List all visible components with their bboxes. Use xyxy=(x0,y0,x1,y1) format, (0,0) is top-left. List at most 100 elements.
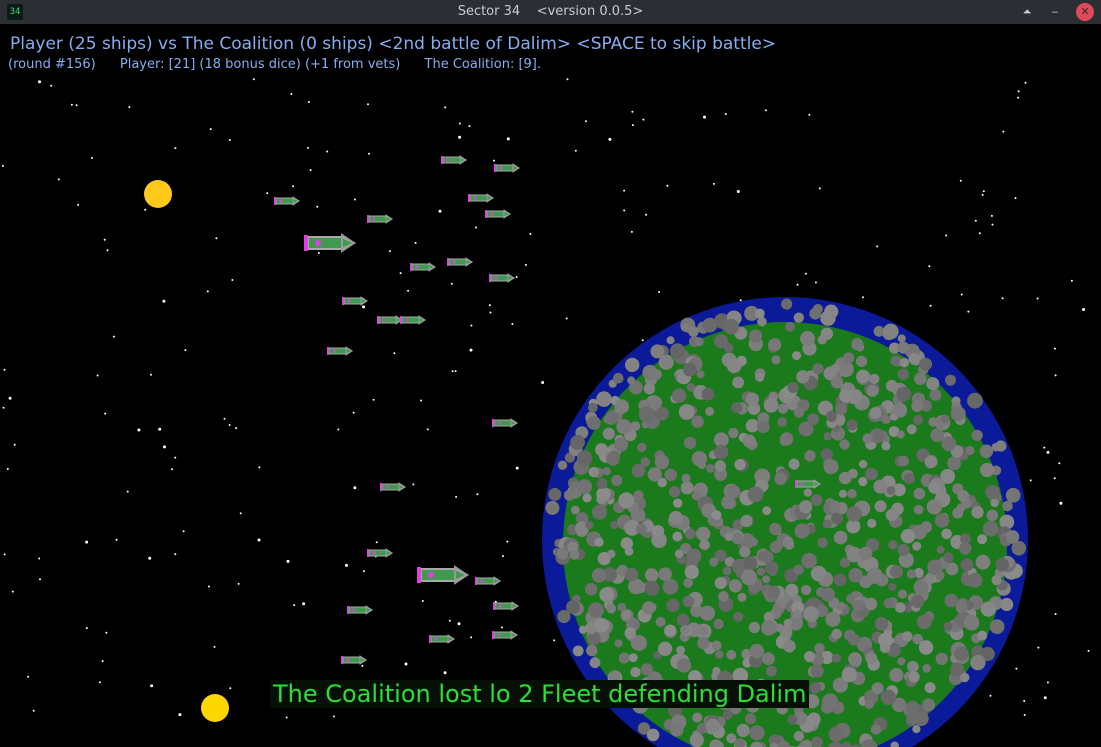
cloud xyxy=(777,417,788,427)
cloud xyxy=(576,450,593,466)
cloud xyxy=(906,424,917,435)
cloud xyxy=(748,621,761,634)
minimize-icon[interactable]: ‒ xyxy=(1046,3,1064,21)
cloud xyxy=(831,512,844,525)
cloud xyxy=(556,547,569,560)
star xyxy=(353,486,357,490)
cloud xyxy=(694,337,704,347)
star xyxy=(352,411,355,414)
cloud xyxy=(647,467,662,482)
cloud xyxy=(954,646,969,662)
star xyxy=(38,557,41,560)
star xyxy=(642,118,645,121)
cloud xyxy=(822,693,838,710)
cloud xyxy=(777,403,789,414)
cloud xyxy=(883,598,894,609)
star xyxy=(174,456,177,459)
star xyxy=(75,104,78,107)
star xyxy=(3,368,6,371)
cloud xyxy=(975,554,991,570)
cloud xyxy=(913,579,929,595)
star xyxy=(412,483,415,486)
star xyxy=(292,185,295,188)
cloud xyxy=(654,454,670,470)
player-ship xyxy=(475,576,502,586)
star xyxy=(148,556,152,560)
cloud xyxy=(714,444,729,460)
cloud xyxy=(941,436,957,452)
star xyxy=(307,146,309,149)
cloud xyxy=(817,537,828,548)
star xyxy=(978,232,981,235)
star xyxy=(237,582,240,585)
cloud xyxy=(895,602,906,613)
cloud xyxy=(898,455,909,467)
cloud xyxy=(809,682,822,694)
cloud xyxy=(636,523,647,534)
cloud xyxy=(908,353,920,365)
cloud xyxy=(630,421,641,431)
star xyxy=(623,209,626,212)
cloud xyxy=(723,319,740,335)
star xyxy=(645,213,648,216)
star xyxy=(302,602,306,606)
window-title: Sector 34 <version 0.0.5> xyxy=(0,4,1101,19)
cloud xyxy=(745,392,760,407)
star xyxy=(3,553,6,556)
cloud xyxy=(728,427,739,439)
cloud xyxy=(614,437,629,452)
cloud xyxy=(594,618,609,633)
cloud xyxy=(823,432,832,441)
cloud xyxy=(881,441,891,451)
star xyxy=(630,230,633,233)
star xyxy=(982,190,985,193)
cloud xyxy=(959,542,972,555)
star xyxy=(420,399,423,402)
cloud xyxy=(637,442,647,453)
cloud xyxy=(678,404,695,420)
star xyxy=(333,715,335,718)
cloud xyxy=(831,363,840,372)
battle-viewport[interactable]: Player (25 ships) vs The Coalition (0 sh… xyxy=(0,24,1101,747)
star xyxy=(208,585,210,588)
star xyxy=(862,296,864,299)
star xyxy=(345,563,348,567)
cloud xyxy=(785,321,795,332)
star xyxy=(493,159,495,162)
player-ship xyxy=(347,605,374,615)
player-ship xyxy=(468,193,495,203)
star xyxy=(353,198,356,201)
cloud xyxy=(846,419,858,431)
cloud xyxy=(841,667,857,683)
cloud xyxy=(888,582,897,592)
star xyxy=(529,233,532,235)
star xyxy=(724,113,727,116)
cloud xyxy=(775,623,785,633)
player-ship xyxy=(417,565,470,585)
star xyxy=(85,540,89,544)
cloud xyxy=(672,531,683,542)
cloud xyxy=(888,540,898,550)
cloud xyxy=(803,606,819,623)
maximize-icon[interactable]: ⏶ xyxy=(1018,3,1036,21)
cloud xyxy=(718,591,729,602)
cloud xyxy=(982,520,999,537)
star xyxy=(454,370,457,373)
cloud xyxy=(711,510,722,520)
star xyxy=(448,619,451,622)
cloud xyxy=(885,379,898,392)
star xyxy=(362,570,365,573)
star xyxy=(574,149,577,152)
cloud xyxy=(804,450,816,462)
close-icon[interactable]: ✕ xyxy=(1076,3,1094,21)
cloud xyxy=(892,402,908,418)
cloud xyxy=(699,626,708,636)
cloud xyxy=(592,504,608,520)
star xyxy=(182,530,185,533)
cloud xyxy=(688,326,699,337)
star xyxy=(565,317,568,320)
star xyxy=(475,226,477,229)
star xyxy=(361,664,364,667)
star xyxy=(511,323,514,325)
cloud xyxy=(650,344,665,359)
